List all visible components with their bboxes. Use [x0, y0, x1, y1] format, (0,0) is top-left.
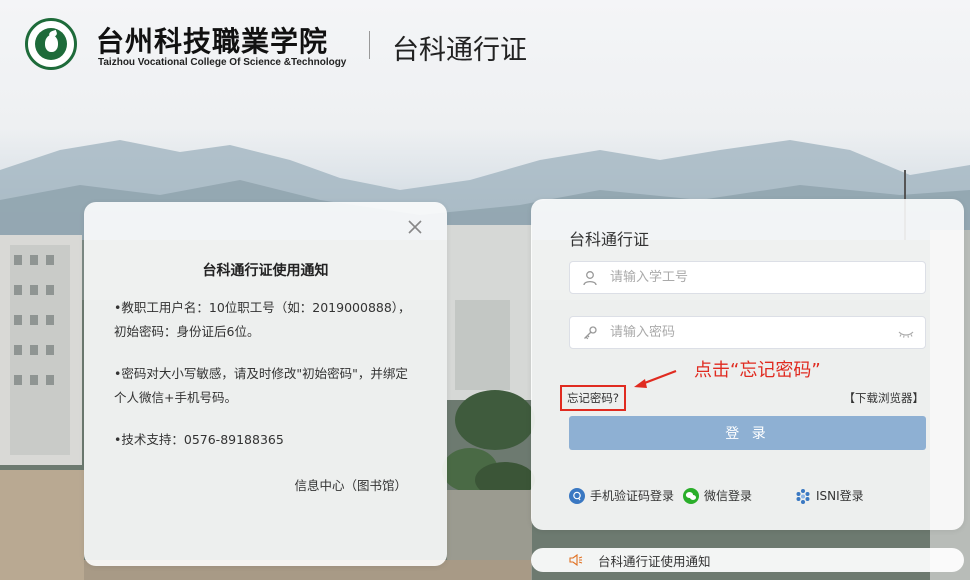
user-icon	[583, 271, 597, 286]
login-button[interactable]: 登 录	[569, 416, 926, 450]
notice-bar-label: 台科通行证使用通知	[598, 554, 711, 569]
sms-login-option[interactable]: 手机验证码登录	[569, 487, 674, 504]
hide-password-icon[interactable]	[897, 325, 915, 341]
annotation-text: 点击“忘记密码”	[694, 360, 821, 381]
wechat-icon	[683, 487, 699, 504]
school-name-en: Taizhou Vocational College Of Science &T…	[98, 57, 347, 68]
download-browser-link[interactable]: 【下载浏览器】	[844, 390, 925, 406]
key-icon	[584, 326, 597, 340]
isni-login-option[interactable]: ISNI登录	[795, 487, 864, 504]
close-icon[interactable]	[406, 218, 424, 236]
notice-signature: 信息中心（图书馆）	[294, 478, 407, 493]
username-field[interactable]	[569, 261, 926, 294]
college-logo-icon	[25, 18, 77, 70]
sms-icon	[569, 487, 585, 504]
school-name-cn: 台州科技職業学院	[96, 25, 329, 58]
speaker-icon	[569, 553, 583, 567]
notice-title: 台科通行证使用通知	[202, 263, 329, 279]
annotation-arrow-icon	[634, 369, 677, 388]
username-input[interactable]	[610, 262, 890, 293]
password-input[interactable]	[610, 317, 890, 348]
system-title: 台科通行证	[392, 35, 527, 66]
notice-dialog: 台科通行证使用通知 •教职工用户名：10位职工号（如：2019000888），初…	[84, 202, 447, 566]
forgot-password-link[interactable]: 忘记密码?	[560, 385, 626, 411]
header-divider	[369, 31, 370, 59]
notice-bar[interactable]: 台科通行证使用通知	[531, 548, 964, 572]
notice-paragraph-support: •技术支持：0576-89188365	[114, 432, 284, 447]
isni-icon	[796, 488, 810, 504]
wechat-login-label: 微信登录	[704, 489, 753, 503]
password-field[interactable]	[569, 316, 926, 349]
notice-paragraph-account: •教职工用户名：10位职工号（如：2019000888），初始密码：身份证后6位…	[114, 300, 411, 339]
isni-login-label: ISNI登录	[816, 489, 864, 503]
sms-login-label: 手机验证码登录	[590, 489, 675, 503]
login-title: 台科通行证	[569, 230, 650, 249]
notice-paragraph-password: •密码对大小写敏感，请及时修改"初始密码"，并绑定个人微信+手机号码。	[114, 366, 408, 405]
notice-body: •教职工用户名：10位职工号（如：2019000888），初始密码：身份证后6位…	[114, 296, 419, 470]
wechat-login-option[interactable]: 微信登录	[683, 487, 752, 504]
site-header: 台州科技職業学院 Taizhou Vocational College Of S…	[0, 0, 970, 80]
